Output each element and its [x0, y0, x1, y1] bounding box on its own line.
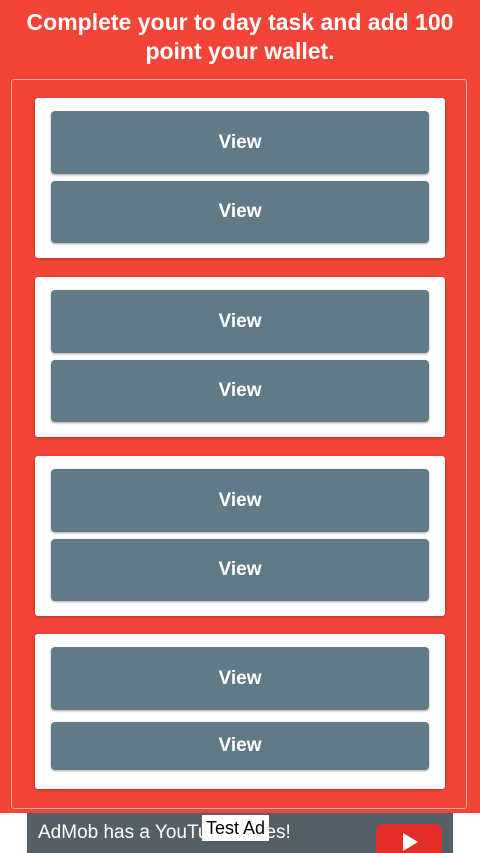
task-card-2: View View [35, 277, 445, 437]
view-button-2b[interactable]: View [51, 360, 429, 422]
task-card-1: View View [35, 98, 445, 258]
play-triangle-icon [403, 833, 418, 851]
task-card-3: View View [35, 456, 445, 616]
view-button-1a[interactable]: View [51, 111, 429, 174]
view-button-3a[interactable]: View [51, 469, 429, 532]
view-button-2a[interactable]: View [51, 290, 429, 353]
task-card-4: View View [35, 634, 445, 789]
title-line-1: Complete your to day task and add 100 [26, 9, 454, 35]
youtube-play-icon[interactable] [376, 824, 442, 853]
page-title: Complete your to day task and add 100 po… [0, 8, 480, 66]
view-button-4b[interactable]: View [51, 722, 429, 770]
ad-banner[interactable]: AdMob has a YouTube series! Test Ad [0, 813, 480, 853]
view-button-3b[interactable]: View [51, 539, 429, 601]
view-button-1b[interactable]: View [51, 181, 429, 243]
test-ad-label: Test Ad [202, 815, 270, 841]
view-button-4a[interactable]: View [51, 647, 429, 710]
title-line-2: point your wallet. [145, 38, 335, 64]
